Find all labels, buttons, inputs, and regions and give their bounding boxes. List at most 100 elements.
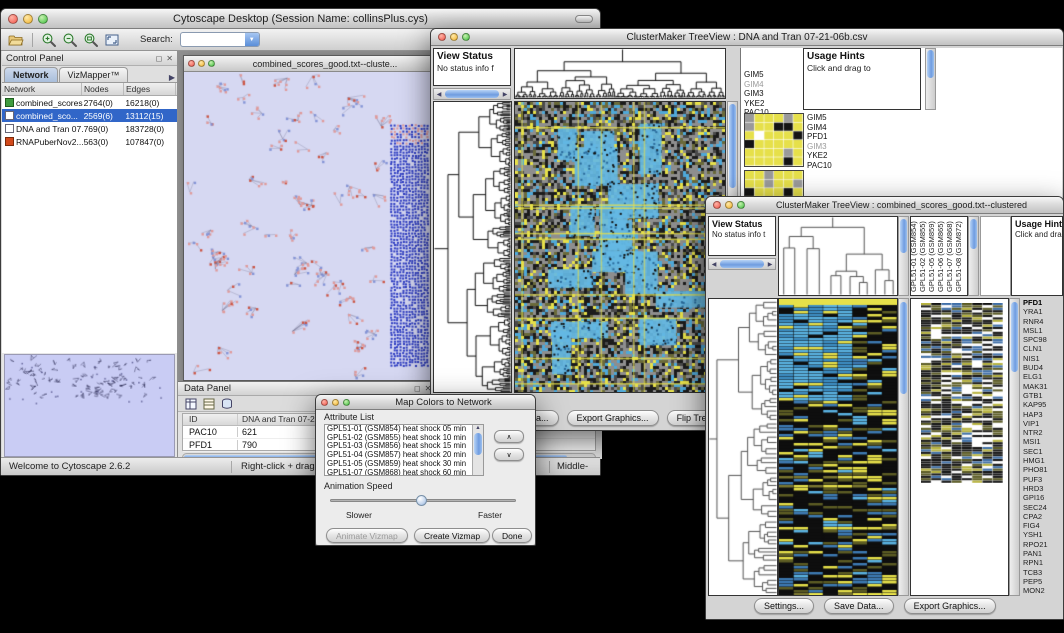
scroll-right-icon[interactable]: ▶ [500,91,510,98]
labels-vscrollbar[interactable] [898,216,909,296]
gene-name[interactable]: MSL1 [1021,326,1063,335]
column-nodes[interactable]: Nodes [82,83,124,95]
minimize-button[interactable] [725,201,733,209]
summary-heatmap-canvas[interactable] [744,113,804,167]
gene-name[interactable]: YSH1 [1021,530,1063,539]
minimize-button[interactable] [332,399,339,406]
network-row[interactable]: DNA and Tran 07... 769(0) 183728(0) [2,122,177,135]
heatmap-vscrollbar[interactable] [898,298,909,596]
gene-label[interactable]: GIM5 [744,70,769,80]
gene-name[interactable]: BUD4 [1021,363,1063,372]
scrollbar-thumb[interactable] [1011,302,1018,372]
array-label[interactable]: GPL51-06 (GSM865) [936,216,945,292]
move-down-button[interactable]: ∨ [494,448,524,461]
gene-name[interactable]: GPI16 [1021,493,1063,502]
scrollbar-thumb[interactable] [900,302,907,394]
gene-name[interactable]: CLN1 [1021,344,1063,353]
treeview-action-button[interactable]: Settings... [754,598,814,614]
gene-label[interactable]: YKE2 [807,151,832,161]
float-panel-icon[interactable]: ◻ [414,384,421,393]
select-attributes-icon[interactable] [183,397,198,411]
gene-name[interactable]: PAN1 [1021,549,1063,558]
slider-knob[interactable] [416,495,427,506]
scroll-up-icon[interactable]: ▲ [475,425,480,431]
dendrogram-zoom-scrollbar[interactable]: ◀ ▶ [708,258,776,270]
scrollbar-thumb[interactable] [970,219,977,249]
network-view-window[interactable]: combined_scores_good.txt--cluste... [183,55,433,381]
row-dendrogram-canvas[interactable] [709,299,777,595]
gene-name[interactable]: PEP5 [1021,577,1063,586]
minimize-button[interactable] [450,33,458,41]
import-table-icon[interactable] [219,397,234,411]
tab-overflow-icon[interactable]: ▶ [169,73,175,82]
network-overview-thumbnail[interactable] [4,354,175,457]
treeview2-titlebar[interactable]: ClusterMaker TreeView : combined_scores_… [706,197,1063,214]
gene-list-vscrollbar[interactable] [1009,298,1020,596]
gene-name[interactable]: NIS1 [1021,354,1063,363]
gene-label[interactable]: GIM4 [744,80,769,90]
array-label[interactable]: GPL51-07 (GSM868) [945,216,954,292]
gene-name[interactable]: MSI1 [1021,437,1063,446]
open-folder-icon[interactable] [7,31,25,49]
network-row[interactable]: RNAPuberNov2... 563(0) 107847(0) [2,135,177,148]
gene-name[interactable]: NTR2 [1021,428,1063,437]
gene-name[interactable]: SEC24 [1021,503,1063,512]
scrollbar-thumb[interactable] [720,260,764,268]
scroll-left-icon[interactable]: ◀ [709,261,719,268]
maximize-button[interactable] [737,201,745,209]
gene-name[interactable]: GTB1 [1021,391,1063,400]
minimize-button[interactable] [198,60,205,67]
column-dendrogram-canvas[interactable] [779,217,897,295]
scrollbar-thumb[interactable] [729,104,736,188]
dialog-titlebar[interactable]: Map Colors to Network [316,395,535,410]
column-id[interactable]: ID [183,414,238,425]
attribute-item[interactable]: GPL51-07 (GSM868) heat shock 60 min [325,469,483,476]
gene-name[interactable]: HAP3 [1021,410,1063,419]
gene-name[interactable]: PHO81 [1021,465,1063,474]
zoom-out-icon[interactable] [61,31,79,49]
array-label[interactable]: GPL51-02 (GSM855) [918,216,927,292]
dropdown-icon[interactable]: ▼ [245,33,259,46]
network-graph-canvas[interactable] [184,72,432,380]
scrollbar-thumb[interactable] [900,219,907,253]
minimize-button[interactable] [23,14,33,24]
treeview-action-button[interactable]: Export Graphics... [904,598,996,614]
attribute-table-icon[interactable] [201,397,216,411]
gene-name[interactable]: RNR4 [1021,317,1063,326]
dendrogram-zoom-scrollbar[interactable]: ◀ ▶ [433,88,511,100]
done-button[interactable]: Done [492,528,532,543]
close-button[interactable] [438,33,446,41]
maximize-button[interactable] [208,60,215,67]
animation-speed-slider[interactable] [330,494,516,508]
scrollbar-thumb[interactable] [445,90,499,98]
array-label[interactable]: GPL51-01 (GSM854) [910,216,918,292]
gene-name[interactable]: VIP1 [1021,419,1063,428]
column-dendrogram-canvas[interactable] [515,49,725,98]
close-button[interactable] [713,201,721,209]
row-dendrogram-canvas[interactable] [434,102,511,392]
gene-name[interactable]: SEC1 [1021,447,1063,456]
network-view-titlebar[interactable]: combined_scores_good.txt--cluste... [184,56,432,72]
toolbar-toggle-button[interactable] [575,15,593,23]
maximize-button[interactable] [462,33,470,41]
zoom-selected-icon[interactable] [82,31,100,49]
gene-name[interactable]: KAP95 [1021,400,1063,409]
close-button[interactable] [8,14,18,24]
scrollbar-thumb[interactable] [927,50,934,78]
array-label[interactable]: GPL51-05 (GSM859) [927,216,936,292]
treeview-action-button[interactable]: Save Data... [824,598,894,614]
scrollbar-thumb[interactable] [474,433,482,455]
gene-name[interactable]: MAK31 [1021,382,1063,391]
gene-name[interactable]: ELG1 [1021,372,1063,381]
scroll-right-icon[interactable]: ▶ [765,261,775,268]
float-panel-icon[interactable]: ◻ [156,54,163,63]
close-panel-icon[interactable]: ✕ [166,54,173,63]
gene-label[interactable]: PFD1 [807,132,832,142]
search-combobox[interactable]: ▼ [180,32,260,47]
gene-name[interactable]: HMG1 [1021,456,1063,465]
network-row[interactable]: combined_sco... 2569(6) 13112(15) [2,109,177,122]
scroll-left-icon[interactable]: ◀ [434,91,444,98]
gene-name[interactable]: PUF3 [1021,475,1063,484]
column-edges[interactable]: Edges [124,83,176,95]
close-button[interactable] [188,60,195,67]
